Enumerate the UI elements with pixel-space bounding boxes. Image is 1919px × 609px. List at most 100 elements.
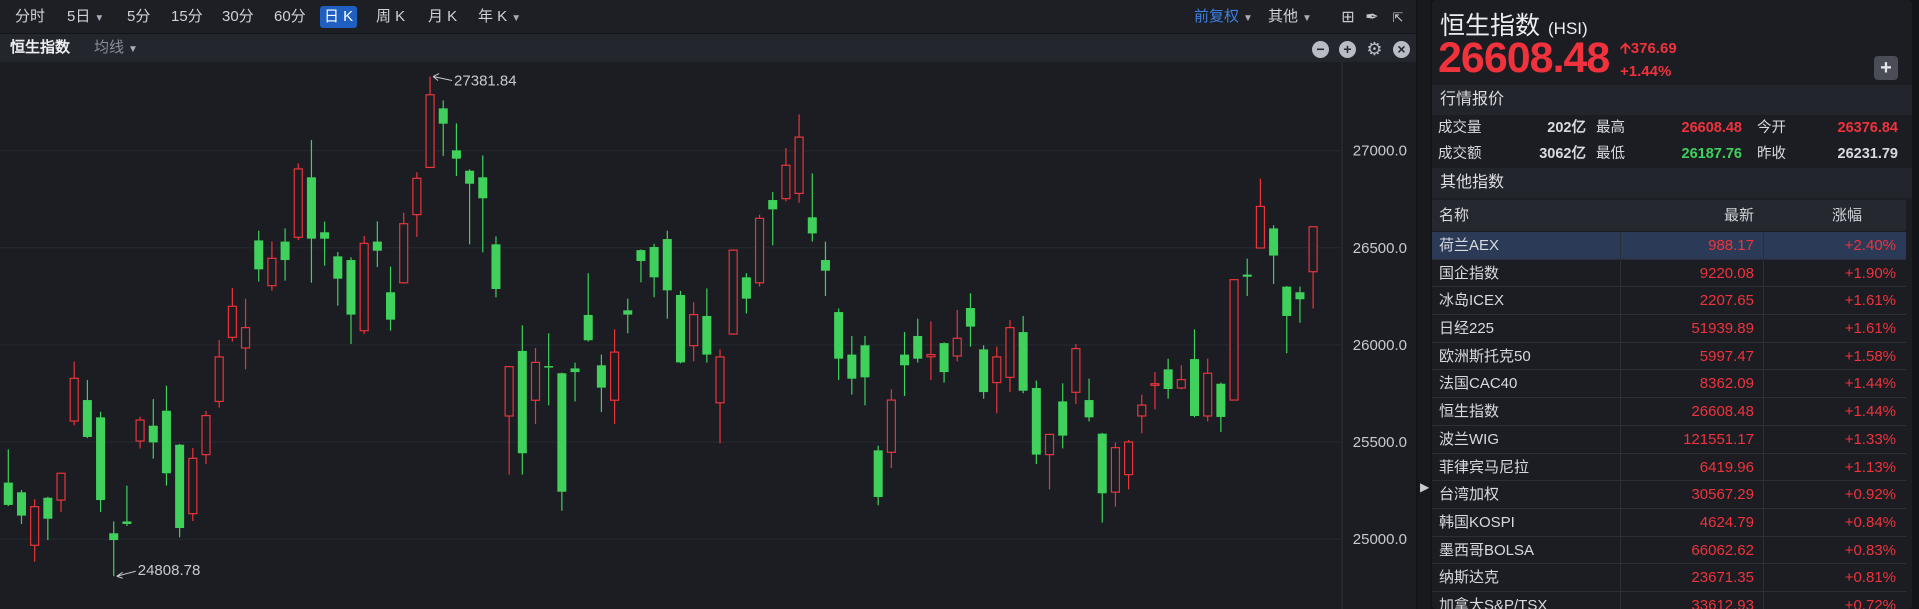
quote-value: 26231.79 [1837,146,1898,162]
candle-body-down [596,365,606,388]
index-name: 波兰WIG [1439,430,1499,448]
candle-body-up [214,356,224,403]
candle-body-down [636,250,646,262]
candle-body-up [992,356,1002,384]
index-latest: 121551.17 [1683,430,1754,448]
zoom-out-icon[interactable]: − [1312,41,1329,58]
index-change: +1.90% [1844,264,1896,282]
quote-label: 成交量 [1438,120,1482,136]
table-row[interactable]: 恒生指数 26608.48 +1.44% [1432,398,1906,426]
table-row[interactable]: 加拿大S&P/TSX 33612.93 +0.72% [1432,591,1906,609]
candle-body-down [820,260,830,271]
table-row[interactable]: 纳斯达克 23671.35 +0.81% [1432,564,1906,592]
fullscreen-icon[interactable]: ⇱ [1388,8,1408,28]
candle-body-down [807,217,817,234]
tab-yearly-k[interactable]: 年 K ▼ [474,6,525,28]
candle-body-down [16,492,26,516]
index-name: 纳斯达克 [1439,569,1500,587]
index-change: +0.84% [1844,513,1896,531]
add-watchlist-button[interactable]: + [1874,56,1898,80]
chevron-down-icon: ▼ [94,13,105,24]
layout-grid-icon[interactable]: ⊞ [1338,8,1358,28]
index-name: 荷兰AEX [1439,237,1500,254]
candle-body-up [1044,433,1055,456]
tab-daily-k[interactable]: 日 K [320,6,358,28]
candle-body-down [834,312,844,359]
y-tick-label: 25000.0 [1353,531,1407,548]
price-change: 🡩376.69 [1620,38,1677,63]
quote-value: 26608.48 [1681,120,1742,136]
column-divider [1620,591,1621,609]
tab-60min[interactable]: 60分 [270,6,310,28]
other-dropdown[interactable]: 其他 ▼ [1264,6,1316,28]
tab-15min[interactable]: 15分 [167,6,207,28]
column-divider [1620,453,1621,481]
column-divider [1620,481,1621,508]
candle-body-up [188,457,198,515]
table-row[interactable]: 欧洲斯托克50 5997.47 +1.58% [1432,342,1906,371]
y-tick-label: 26500.0 [1353,240,1407,257]
adjust-dropdown[interactable]: 前复权 ▼ [1190,6,1257,28]
brush-icon[interactable]: ✒ [1362,8,1382,28]
candle-body-down [43,497,53,519]
high-label: 27381.84 [454,73,517,90]
candle-body-down [491,244,501,289]
tab-monthly-k[interactable]: 月 K [424,6,461,28]
index-name: 墨西哥BOLSA [1439,541,1535,559]
candle-body-up [926,354,936,358]
index-change: +0.92% [1844,486,1896,504]
candle-body-up [240,327,251,349]
candle-body-down [451,150,461,159]
column-divider [1620,398,1621,425]
table-row[interactable]: 台湾加权 30567.29 +0.92% [1432,481,1906,509]
index-name: 菲律宾马尼拉 [1439,458,1530,476]
table-row[interactable]: 墨西哥BOLSA 66062.62 +0.83% [1432,536,1906,565]
candle-body-down [1097,433,1107,494]
adjust-label: 前复权 [1194,8,1240,25]
col-latest[interactable]: 最新 [1724,200,1754,232]
column-divider [1763,425,1764,453]
zoom-in-icon[interactable]: + [1339,41,1356,58]
candlestick-chart[interactable]: 27000.0 26500.0 25500.0 26000.0 25000.0 27381… [0,62,1416,609]
tab-intraday[interactable]: 分时 [11,6,49,28]
close-icon[interactable]: × [1393,41,1410,58]
index-name: 日经225 [1439,320,1495,338]
ma-dropdown[interactable]: 均线 ▼ [90,37,142,59]
gear-icon[interactable]: ⚙ [1366,40,1383,58]
column-divider [1620,342,1621,370]
quote-row: 成交量 202亿 最高 26608.48 今开 26376.84 [1432,115,1912,141]
candle-body-down [1084,400,1094,418]
candle-body-down [517,350,527,454]
table-row[interactable]: 韩国KOSPI 4624.79 +0.84% [1432,508,1906,537]
table-row[interactable]: 冰岛ICEX 2207.65 +1.61% [1432,287,1906,316]
table-row[interactable]: 波兰WIG 121551.17 +1.33% [1432,425,1906,454]
index-change: +0.72% [1844,596,1896,609]
candle-body-up [293,168,303,238]
candle-body-down [649,247,659,278]
candle-body-up [227,305,237,338]
quote-row: 成交额 3062亿 最低 26187.76 昨收 26231.79 [1432,141,1912,167]
column-divider [1763,287,1764,315]
index-latest: 9220.08 [1699,264,1754,282]
column-divider [1763,342,1764,370]
table-row[interactable]: 荷兰AEX 988.17 +2.40% [1432,232,1906,260]
candle-body-down [965,308,975,327]
tab-5min[interactable]: 5分 [123,6,154,28]
column-divider [1763,508,1764,536]
candle-body-down [1282,286,1292,316]
tab-30min[interactable]: 30分 [218,6,258,28]
table-row[interactable]: 菲律宾马尼拉 6419.96 +1.13% [1432,453,1906,482]
chevron-down-icon: ▼ [1243,13,1253,24]
tab-5day[interactable]: 5日 ▼ [63,6,108,28]
table-row[interactable]: 法国CAC40 8362.09 +1.44% [1432,370,1906,399]
table-row[interactable]: 日经225 51939.89 +1.61% [1432,315,1906,343]
col-name[interactable]: 名称 [1439,200,1469,232]
change-percent: +1.44% [1620,63,1672,80]
collapse-panel-arrow-icon[interactable]: ▶ [1420,478,1429,496]
high-arrow-icon [432,73,453,82]
tab-yearly-k-label: 年 K [478,8,508,25]
table-row[interactable]: 国企指数 9220.08 +1.90% [1432,259,1906,288]
col-change[interactable]: 涨幅 [1832,200,1862,232]
index-name: 法国CAC40 [1439,375,1518,393]
tab-weekly-k[interactable]: 周 K [372,6,409,28]
